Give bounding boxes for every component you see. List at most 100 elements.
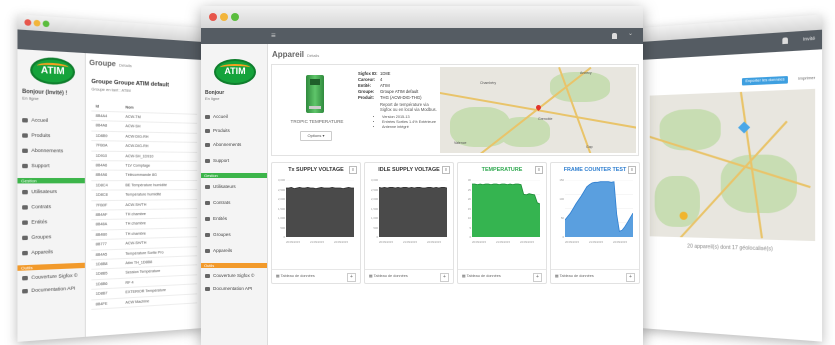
data-table-toggle[interactable]: ▦ Tableau de données + [551,269,639,283]
sidebar-item-produits[interactable]: Produits [205,128,230,133]
chart-card: Tx SUPPLY VOLTAGE ≡ 3,000 2,500 2,000 1,500 1,… [271,162,361,284]
table-row[interactable]: 8B4A6 Télécommande 8G [91,171,198,181]
device-map[interactable]: Chambéry Grenoble Valence Annecy Gap [440,67,636,153]
options-button[interactable]: Options ▾ [300,131,332,141]
export-button[interactable]: Exporter les données [742,75,788,86]
doc-icon [205,286,210,291]
cell-name: EXTERIOR Température [125,288,166,295]
sidebar-item-groupes[interactable]: Groupes [22,234,51,240]
sidebar-item-accueil[interactable]: Accueil [22,117,48,123]
y-tick-label: 0 [469,235,471,239]
data-table-toggle[interactable]: ▦ Tableau de données + [458,269,546,283]
device-icon [205,248,210,253]
sidebar-item-support[interactable]: Support [22,163,50,168]
cell-name: BE Température humidité [125,182,167,188]
cell-id: 8B4A5 [95,251,108,257]
cell-id: 8B777 [95,242,107,247]
devices-map[interactable] [649,88,816,242]
device-panel: TROPIC TEMPERATURE Options ▾ Sigfox ID: 1… [271,64,639,156]
user-greeting: Bonjour (Invité) ! En ligne [22,88,68,102]
cluster-marker[interactable] [738,121,751,134]
chart-card: TEMPERATURE ≡ 30 25 20 15 10 5 0 20/09/2015 21/09/… [457,162,547,284]
sidebar-item-produits[interactable]: Produits [22,132,50,138]
x-tick-label: 20/09/2015 [286,240,300,244]
y-tick-label: 10 [467,216,471,220]
minimize-dot[interactable] [33,19,41,27]
cell-id: 1D8B5 [95,271,108,277]
sidebar-item-appareils[interactable]: Appareils [22,249,53,255]
chart-icon [205,273,210,278]
user-icon[interactable] [612,33,617,39]
close-dot[interactable] [209,13,217,21]
series-line [378,186,448,189]
chevron-down-icon[interactable]: ⌄ [628,30,633,37]
contract-icon [22,204,28,210]
data-table-toggle[interactable]: ▦ Tableau de données + [272,269,360,283]
device-name: TROPIC TEMPERATURE [290,119,344,124]
cluster-marker[interactable] [679,211,688,220]
x-tick-label: 20/09/2015 [379,240,393,244]
table-row[interactable]: 8B4A6 TLV Comptage [91,161,198,172]
expand-icon[interactable]: + [440,273,449,282]
sidebar-item-accueil[interactable]: Accueil [205,114,228,119]
chart-card: IDLE SUPPLY VOLTAGE ≡ 3,000 2,500 2,000 1,500… [364,162,454,284]
sidebar: ATIM Bonjour (Invité) ! En ligne Accueil … [17,49,86,342]
users-icon [22,189,28,194]
contract-icon [205,200,210,205]
expand-icon[interactable]: + [533,273,542,282]
sidebar-item-couverture[interactable]: Couverture Sigfox © [205,273,254,278]
sidebar-item-support[interactable]: Support [205,158,229,163]
sidebar-item-appareils[interactable]: Appareils [205,248,232,253]
print-link[interactable]: Imprimer [798,76,815,81]
sidebar-item-utilisateurs[interactable]: Utilisateurs [205,184,236,189]
cell-id: 8B4B0 [95,232,108,237]
sidebar-item-contrats[interactable]: Contrats [205,200,230,205]
user-icon[interactable] [782,37,788,45]
sidebar-item-entites[interactable]: Entités [22,219,47,225]
x-tick-label: 22/09/2015 [427,240,441,244]
user-greeting: Bonjour En ligne [205,90,225,101]
cell-name: Session Température [125,269,161,276]
chart-menu-icon[interactable]: ≡ [628,166,636,174]
series-area [379,187,447,237]
cell-id: 1D8B8 [95,261,108,267]
sidebar-item-documentation[interactable]: Documentation API [22,285,75,293]
sidebar-item-entites[interactable]: Entités [205,216,227,221]
sidebar-item-utilisateurs[interactable]: Utilisateurs [22,189,57,195]
chart-plot [472,179,541,238]
sidebar-item-documentation[interactable]: Documentation API [205,286,252,291]
sidebar-item-couverture[interactable]: Couverture Sigfox © [22,273,78,281]
close-dot[interactable] [24,18,32,27]
sidebar-item-groupes[interactable]: Groupes [205,232,231,237]
cell-id: 8B4AF [95,212,108,217]
data-table-toggle[interactable]: ▦ Tableau de données + [365,269,453,283]
sidebar-item-abonnements[interactable]: Abonnements [22,147,63,153]
box-icon [205,128,210,133]
menu-toggle-icon[interactable]: ≡ [271,32,276,40]
sidebar-item-abonnements[interactable]: Abonnements [205,142,241,147]
y-tick-label: 500 [373,225,378,230]
x-tick-label: 21/09/2015 [589,240,603,244]
minimize-dot[interactable] [220,13,228,21]
x-tick-label: 21/09/2015 [403,240,417,244]
device-icon [22,250,28,255]
list-icon [22,148,28,153]
chart-menu-icon[interactable]: ≡ [442,166,450,174]
cell-name: RF 4 [125,280,134,285]
maximize-dot[interactable] [42,20,50,28]
x-tick-label: 20/09/2015 [472,240,486,244]
info-row: Produit: THG (ACW-DIG-THG) [358,95,422,100]
chart-menu-icon[interactable]: ≡ [349,166,357,174]
chart-menu-icon[interactable]: ≡ [535,166,543,174]
series-area [286,187,354,237]
cell-name: TH chambre [125,211,146,217]
maximize-dot[interactable] [231,13,239,21]
cell-id: 1D8B6 [95,281,108,287]
sidebar-item-contrats[interactable]: Contrats [22,204,51,210]
user-label[interactable]: Invité [803,36,815,42]
expand-icon[interactable]: + [347,273,356,282]
y-tick-label: 1,500 [278,206,285,211]
map-city-label: Annecy [580,71,592,75]
chart-icon [22,275,28,280]
expand-icon[interactable]: + [626,273,635,282]
